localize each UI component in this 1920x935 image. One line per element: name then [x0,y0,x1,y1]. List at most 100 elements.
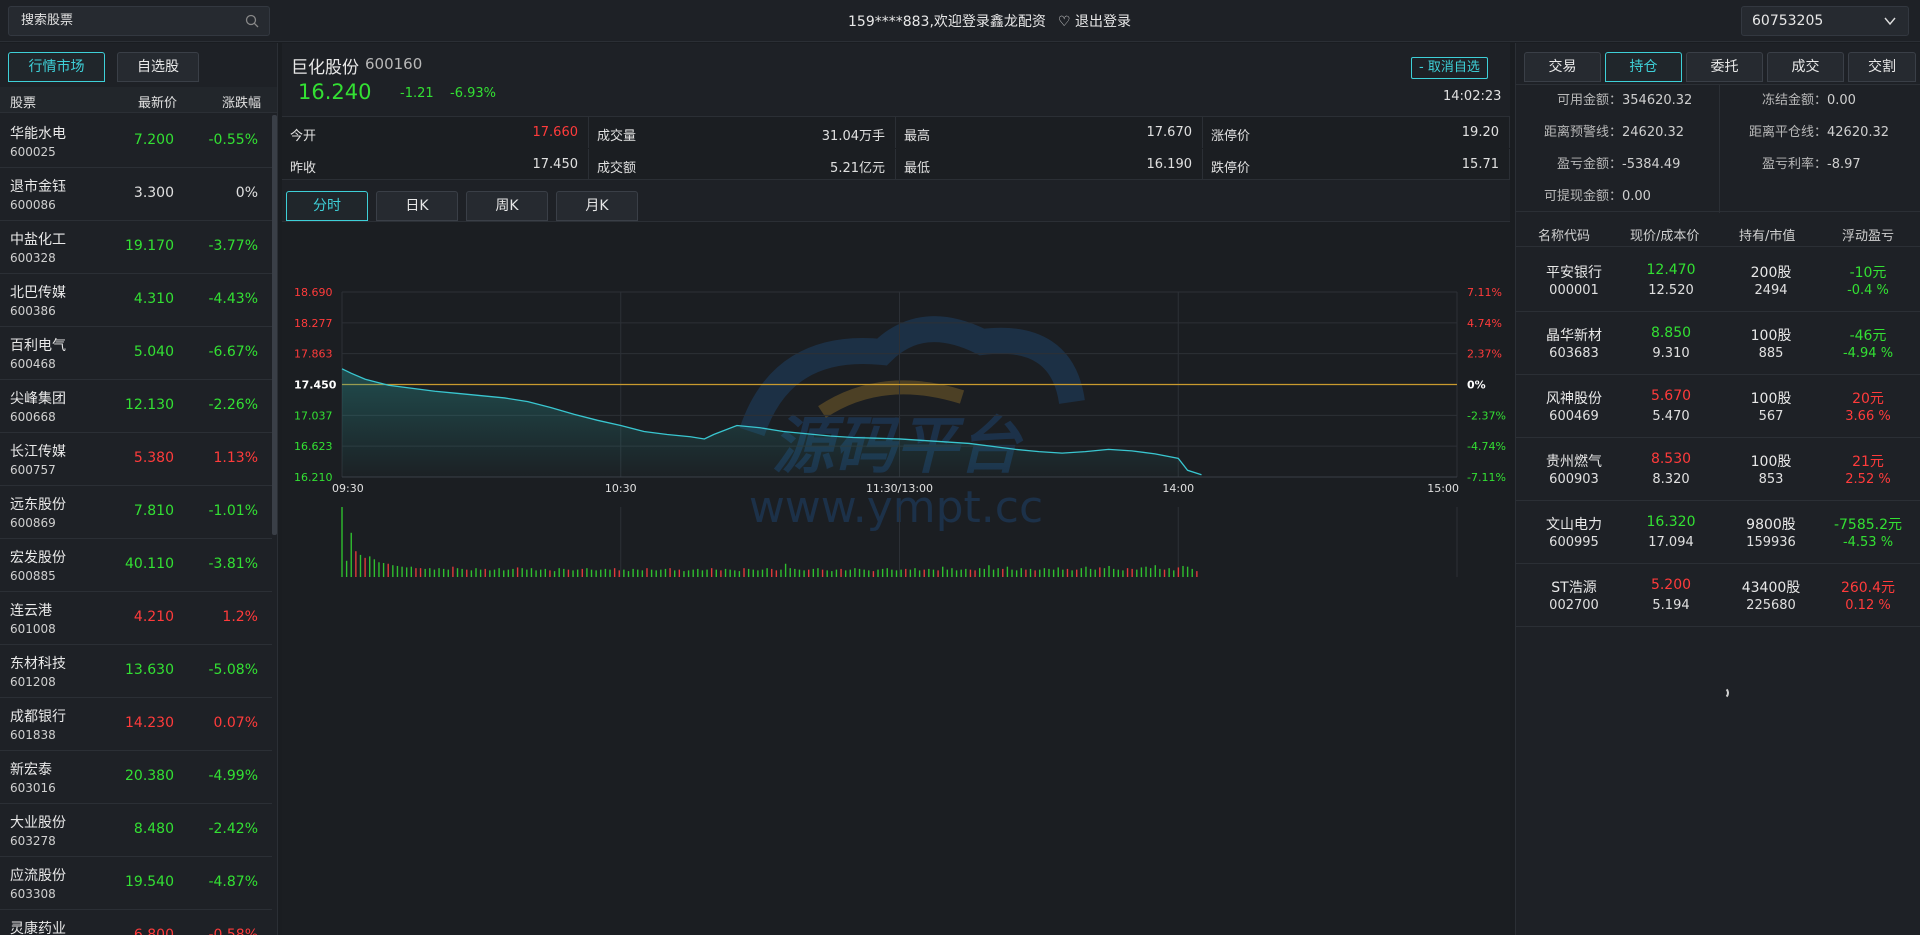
stock-row[interactable]: 华能水电 600025 7.200 -0.55% [0,115,272,168]
account-info-label: 可提现金额： [1543,189,1622,204]
holding-name: 文山电力 [1546,517,1602,533]
tab-deals[interactable]: 成交 [1767,52,1844,82]
pct-tick-label: -4.74% [1467,440,1506,453]
stock-name: 北巴传媒 [10,285,66,301]
holding-row[interactable]: 贵州燃气 600903 8.530 8.320 100股 853 21元 2.52 % [1516,438,1920,501]
quote-field-label: 涨停价 [1211,129,1251,144]
col-hold-value: 持有/市值 [1739,229,1796,244]
tab-trade[interactable]: 交易 [1524,52,1601,82]
quote-field: 今开 17.660 [282,117,589,148]
quote-field-value: 5.21亿元 [830,161,885,176]
stock-row[interactable]: 大业股份 603278 8.480 -2.42% [0,804,272,857]
account-info-value: 354620.32 [1622,93,1693,108]
stock-row[interactable]: 中盐化工 600328 19.170 -3.77% [0,221,272,274]
market-list-header: 股票 最新价 涨跌幅 [0,87,277,113]
holding-cost: 8.320 [1652,472,1690,487]
holding-price: 8.850 [1650,325,1692,341]
holding-row[interactable]: 晶华新材 603683 8.850 9.310 100股 885 -46元 -4.94 % [1516,312,1920,375]
stock-row[interactable]: 百利电气 600468 5.040 -6.67% [0,327,272,380]
stock-row[interactable]: 长江传媒 600757 5.380 1.13% [0,433,272,486]
pct-tick-label: -2.37% [1467,409,1506,422]
x-tick-label: 15:00 [1427,482,1459,495]
tab-market[interactable]: 行情市场 [8,52,105,82]
holding-code: 002700 [1549,598,1599,613]
stock-name: 百利电气 [10,338,66,354]
chart-svg: 源码平台www.ympt.cc18.6907.11%18.2774.74%17.… [294,286,1506,577]
stock-row[interactable]: 新宏泰 603016 20.380 -4.99% [0,751,272,804]
stock-name: 成都银行 [10,709,66,725]
stock-code: 600328 [10,251,56,265]
stock-price: 14.230 [125,715,174,731]
holding-code: 600903 [1549,472,1599,487]
account-info-label: 盈亏利率： [1761,157,1827,172]
holding-cost: 5.470 [1652,409,1690,424]
quote-field: 跌停价 15.71 [1203,149,1510,180]
tab-intraday[interactable]: 分时 [286,191,368,221]
tab-daily[interactable]: 日K [376,191,458,221]
stock-code: 600668 [10,410,56,424]
stock-row[interactable]: 连云港 601008 4.210 1.2% [0,592,272,645]
holding-cost: 9.310 [1652,346,1690,361]
stock-change-pct: -6.67% [208,344,258,360]
pct-tick-label: -7.11% [1467,471,1506,484]
y-tick-label: 17.863 [294,348,333,361]
stock-price: 19.540 [125,874,174,890]
holding-price: 12.470 [1646,262,1696,278]
account-info-value: -5384.49 [1622,157,1681,172]
stock-row[interactable]: 东材科技 601208 13.630 -5.08% [0,645,272,698]
stock-code: 603016 [10,781,56,795]
account-info-item: 距离平仓线：42620.32 [1721,117,1889,149]
stock-row[interactable]: 灵康药业 6.800 -0.58% [0,910,272,935]
holding-value: 885 [1758,346,1784,361]
scrollbar[interactable] [272,115,277,535]
search-input[interactable] [21,13,241,28]
holding-row[interactable]: ST浩源 002700 5.200 5.194 43400股 225680 260.4元 0.… [1516,564,1920,627]
holding-price: 5.670 [1650,388,1692,404]
search-icon[interactable] [245,14,259,28]
tab-weekly[interactable]: 周K [466,191,548,221]
account-info-label: 可用金额： [1556,93,1622,108]
remove-favorite-button[interactable]: - 取消自选 [1411,57,1488,79]
quote-field-label: 成交量 [597,129,637,144]
holding-row[interactable]: 平安银行 000001 12.470 12.520 200股 2494 -10元 -0.4 % [1516,249,1920,312]
stock-name: 中盐化工 [10,232,66,248]
account-info: 可用金额：354620.32 冻结金额：0.00 距离预警线：24620.32 距离平… [1516,84,1920,213]
tab-monthly[interactable]: 月K [556,191,638,221]
stock-row[interactable]: 北巴传媒 600386 4.310 -4.43% [0,274,272,327]
y-tick-label: 18.690 [294,286,333,299]
stock-row[interactable]: 退市金钰 600086 3.300 0% [0,168,272,221]
tab-orders[interactable]: 委托 [1686,52,1763,82]
col-name-code: 名称代码 [1538,229,1591,244]
stock-price: 7.810 [133,503,174,519]
holding-name: ST浩源 [1551,580,1597,596]
account-select[interactable]: 60753205 [1741,6,1909,36]
stock-row[interactable]: 宏发股份 600885 40.110 -3.81% [0,539,272,592]
stock-change-pct: -0.55% [208,132,258,148]
stock-change-pct: -2.26% [208,397,258,413]
stock-change-pct: -3.77% [208,238,258,254]
search-box[interactable] [8,6,270,36]
stock-name: 尖峰集团 [10,391,66,407]
col-float-pl: 浮动盈亏 [1842,229,1895,244]
stock-code: 600160 [365,55,423,73]
tab-holdings[interactable]: 持仓 [1605,52,1682,82]
quote-field: 昨收 17.450 [282,149,589,180]
holding-cost: 5.194 [1652,598,1690,613]
heart-icon: ♡ [1058,14,1071,30]
stock-name: 长江传媒 [10,444,66,460]
holding-row[interactable]: 文山电力 600995 16.320 17.094 9800股 159936 -7585.2… [1516,501,1920,564]
tab-settlement[interactable]: 交割 [1848,52,1916,82]
stock-code: 600386 [10,304,56,318]
stock-row[interactable]: 应流股份 603308 19.540 -4.87% [0,857,272,910]
stock-name: 巨化股份 [291,58,359,78]
stock-row[interactable]: 尖峰集团 600668 12.130 -2.26% [0,380,272,433]
holding-row[interactable]: 风神股份 600469 5.670 5.470 100股 567 20元 3.66 % [1516,375,1920,438]
holding-pl: -46元 [1849,328,1887,344]
stock-row[interactable]: 远东股份 600869 7.810 -1.01% [0,486,272,539]
logout-button[interactable]: ♡ 退出登录 [1058,11,1131,31]
stock-price: 13.630 [125,662,174,678]
account-info-item: 可提现金额：0.00 [1516,181,1651,213]
tab-favorites[interactable]: 自选股 [117,52,199,82]
quote-field-value: 16.190 [1146,157,1193,172]
stock-row[interactable]: 成都银行 601838 14.230 0.07% [0,698,272,751]
